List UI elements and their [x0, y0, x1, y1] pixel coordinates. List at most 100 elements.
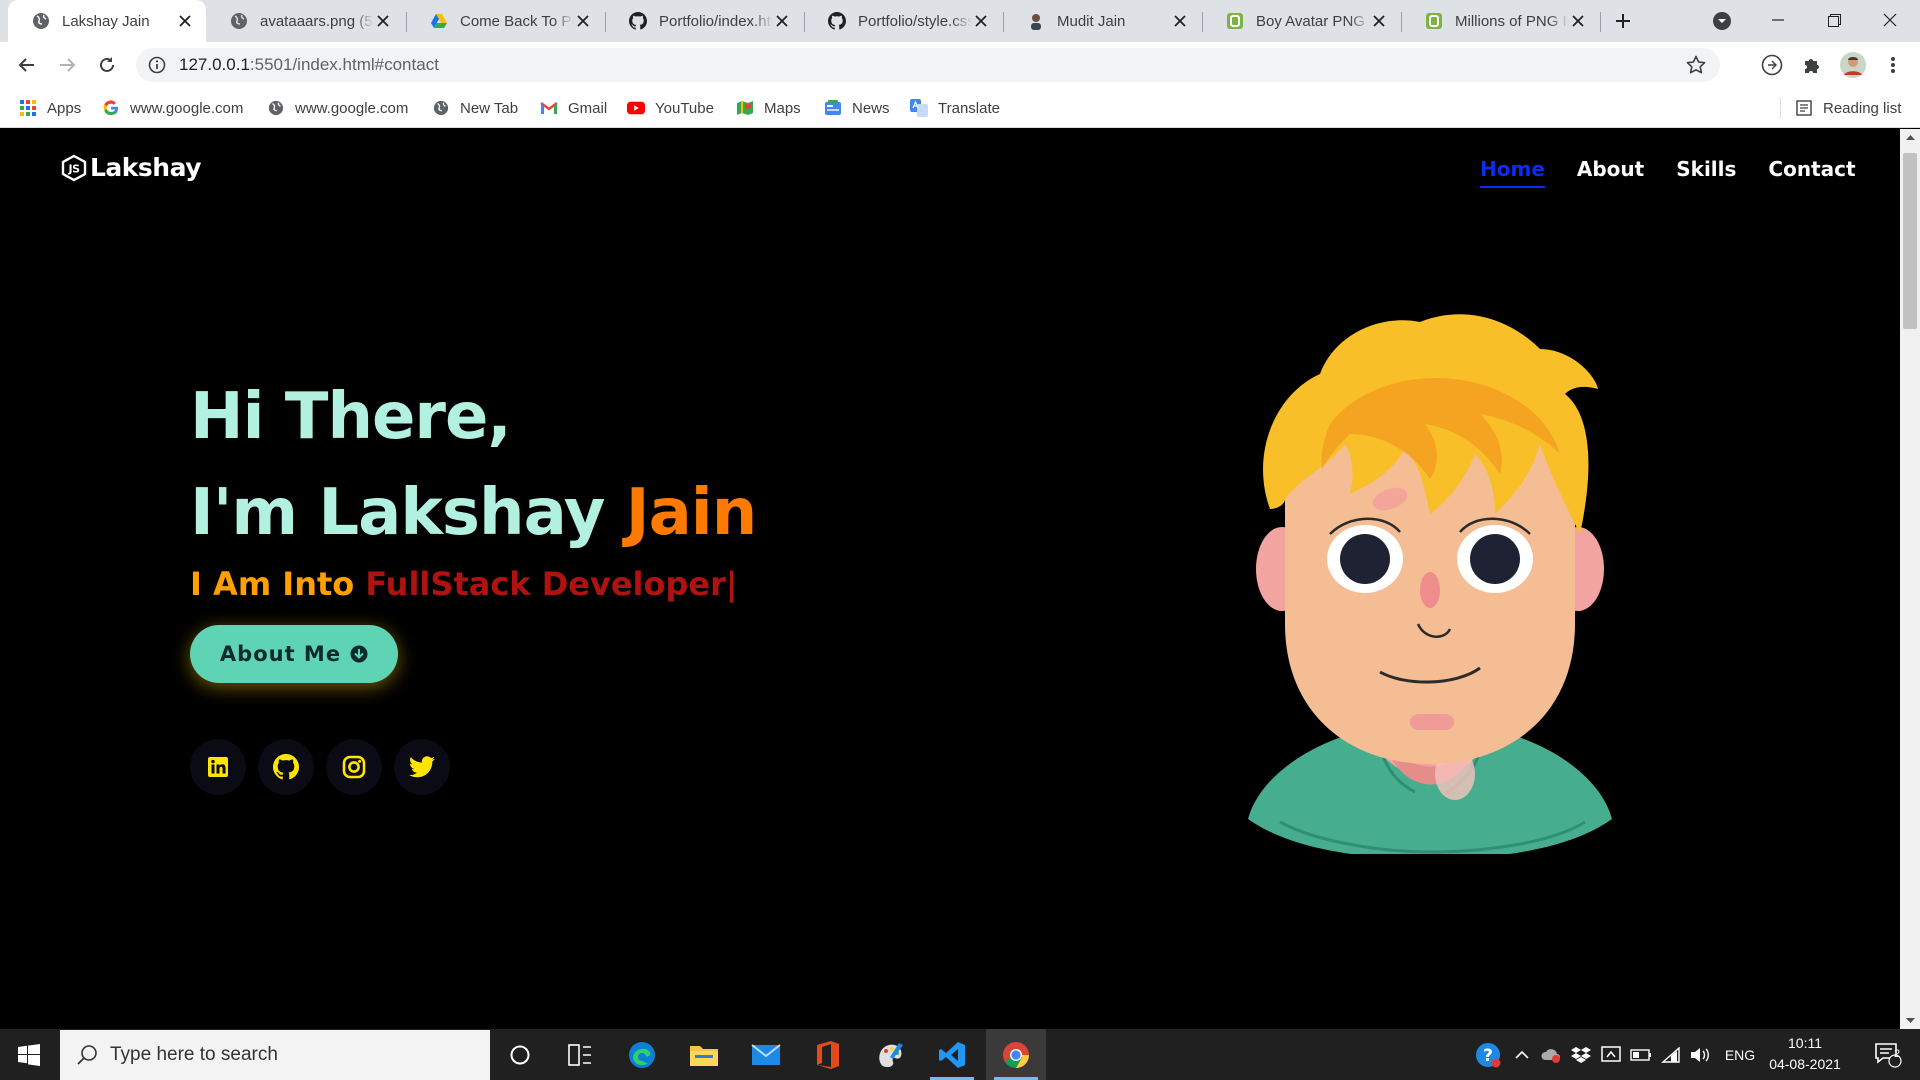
browser-tab[interactable]: Come Back To Por — [406, 0, 604, 42]
mail-icon[interactable] — [736, 1029, 796, 1080]
dropbox-icon[interactable] — [1568, 1029, 1594, 1080]
close-icon[interactable] — [1370, 12, 1388, 30]
scroll-down-icon[interactable] — [1900, 1013, 1920, 1029]
bookmark-youtube[interactable]: YouTube — [627, 96, 714, 120]
file-explorer-icon[interactable] — [674, 1029, 734, 1080]
device-status-icon[interactable] — [1598, 1029, 1624, 1080]
bookmark-google-2[interactable]: www.google.com — [267, 96, 408, 120]
twitter-link[interactable] — [394, 739, 450, 795]
site-logo[interactable]: JS Lakshay — [60, 153, 202, 182]
close-icon[interactable] — [176, 12, 194, 30]
battery-icon[interactable] — [1628, 1029, 1654, 1080]
task-view-icon[interactable] — [550, 1029, 610, 1080]
back-arrow-icon[interactable] — [12, 50, 42, 80]
bookmark-label: News — [852, 99, 890, 117]
browser-tab[interactable]: avataaars.png (52 — [206, 0, 404, 42]
browser-tab[interactable]: Millions of PNG Im — [1401, 0, 1599, 42]
browser-tab[interactable]: Mudit Jain — [1003, 0, 1201, 42]
cortana-icon[interactable] — [490, 1029, 550, 1080]
bookmark-google[interactable]: www.google.com — [102, 96, 243, 120]
close-icon[interactable] — [574, 12, 592, 30]
page-scrollbar[interactable] — [1900, 129, 1920, 1029]
vscode-icon[interactable] — [922, 1029, 982, 1080]
maps-icon — [736, 99, 754, 117]
close-icon[interactable] — [374, 12, 392, 30]
office-icon[interactable] — [798, 1029, 858, 1080]
close-icon[interactable] — [972, 12, 990, 30]
globe-icon — [432, 99, 450, 117]
instagram-link[interactable] — [326, 739, 382, 795]
typed-role-line: I Am Into FullStack Developer| — [190, 565, 756, 603]
hero-greeting: Hi There, — [190, 380, 512, 454]
github-icon — [629, 12, 647, 30]
tab-title: avataaars.png (52 — [260, 12, 374, 30]
bookmark-star-icon[interactable] — [1686, 55, 1706, 75]
instagram-icon — [342, 755, 366, 779]
browser-tab[interactable]: Portfolio/style.css — [804, 0, 1002, 42]
hero-section: Hi There, I'm Lakshay Jain I Am Into Ful… — [190, 369, 757, 795]
forward-arrow-icon[interactable] — [52, 50, 82, 80]
windows-start-button[interactable] — [0, 1029, 58, 1080]
pngtree-icon — [1425, 12, 1443, 30]
new-tab-button[interactable] — [1609, 9, 1637, 33]
nav-about[interactable]: About — [1577, 157, 1644, 188]
tab-title: Portfolio/index.htm — [659, 12, 773, 30]
paint-icon[interactable] — [860, 1029, 920, 1080]
address-bar[interactable]: 127.0.0.1:5501/index.html#contact — [136, 48, 1720, 82]
brand-name: Lakshay — [90, 153, 202, 182]
volume-icon[interactable] — [1688, 1029, 1714, 1080]
browser-tab[interactable]: Boy Avatar PNG Im — [1202, 0, 1400, 42]
extension-circle-icon[interactable] — [1757, 50, 1787, 80]
bookmark-new-tab[interactable]: New Tab — [432, 96, 518, 120]
tab-search-icon[interactable] — [1710, 9, 1734, 33]
tab-title: Portfolio/style.css — [858, 12, 972, 30]
chrome-menu-icon[interactable] — [1878, 50, 1908, 80]
nav-contact[interactable]: Contact — [1768, 157, 1855, 188]
bookmark-news[interactable]: News — [824, 96, 890, 120]
minimize-icon[interactable] — [1750, 0, 1806, 40]
close-icon[interactable] — [1569, 12, 1587, 30]
apps-grid-icon — [19, 99, 37, 117]
linkedin-link[interactable] — [190, 739, 246, 795]
language-indicator[interactable]: ENG — [1718, 1029, 1762, 1080]
nav-home[interactable]: Home — [1480, 157, 1545, 188]
edge-icon[interactable] — [612, 1029, 672, 1080]
avatar-icon — [1027, 12, 1045, 30]
extensions-puzzle-icon[interactable] — [1797, 50, 1827, 80]
bookmark-apps[interactable]: Apps — [19, 96, 81, 120]
bookmark-label: Apps — [47, 99, 82, 117]
restore-icon[interactable] — [1806, 0, 1862, 40]
wifi-icon[interactable] — [1658, 1029, 1684, 1080]
svg-text:JS: JS — [67, 162, 80, 175]
close-icon[interactable] — [1171, 12, 1189, 30]
browser-tab-active[interactable]: Lakshay Jain — [8, 0, 206, 42]
about-me-button[interactable]: About Me — [190, 625, 398, 683]
browser-tab[interactable]: Portfolio/index.htm — [605, 0, 803, 42]
bookmark-maps[interactable]: Maps — [736, 96, 801, 120]
youtube-icon — [627, 99, 645, 117]
nav-skills[interactable]: Skills — [1676, 157, 1736, 188]
profile-avatar-icon[interactable] — [1838, 50, 1868, 80]
notification-center-button[interactable]: 2 — [1862, 1029, 1914, 1080]
system-clock[interactable]: 10:11 04-08-2021 — [1765, 1033, 1845, 1075]
chrome-icon[interactable] — [986, 1029, 1046, 1080]
scrollbar-thumb[interactable] — [1903, 153, 1917, 329]
linkedin-icon — [208, 757, 228, 777]
close-icon[interactable] — [773, 12, 791, 30]
reading-list-button[interactable]: Reading list — [1795, 96, 1901, 120]
github-link[interactable] — [258, 739, 314, 795]
taskbar-search-box[interactable]: Type here to search — [60, 1030, 490, 1080]
js-hexagon-icon: JS — [61, 154, 87, 181]
google-g-icon — [102, 99, 120, 117]
typed-role: FullStack Developer — [365, 565, 726, 603]
window-close-icon[interactable] — [1862, 0, 1918, 40]
reload-icon[interactable] — [92, 50, 122, 80]
site-info-icon[interactable] — [148, 56, 166, 74]
bookmark-translate[interactable]: Translate — [910, 96, 1000, 120]
bookmark-gmail[interactable]: Gmail — [540, 96, 607, 120]
chevron-up-icon[interactable] — [1510, 1029, 1534, 1080]
github-icon — [273, 754, 299, 780]
scroll-up-icon[interactable] — [1900, 129, 1920, 145]
onedrive-icon[interactable] — [1538, 1029, 1564, 1080]
help-icon[interactable]: ? — [1470, 1029, 1506, 1080]
